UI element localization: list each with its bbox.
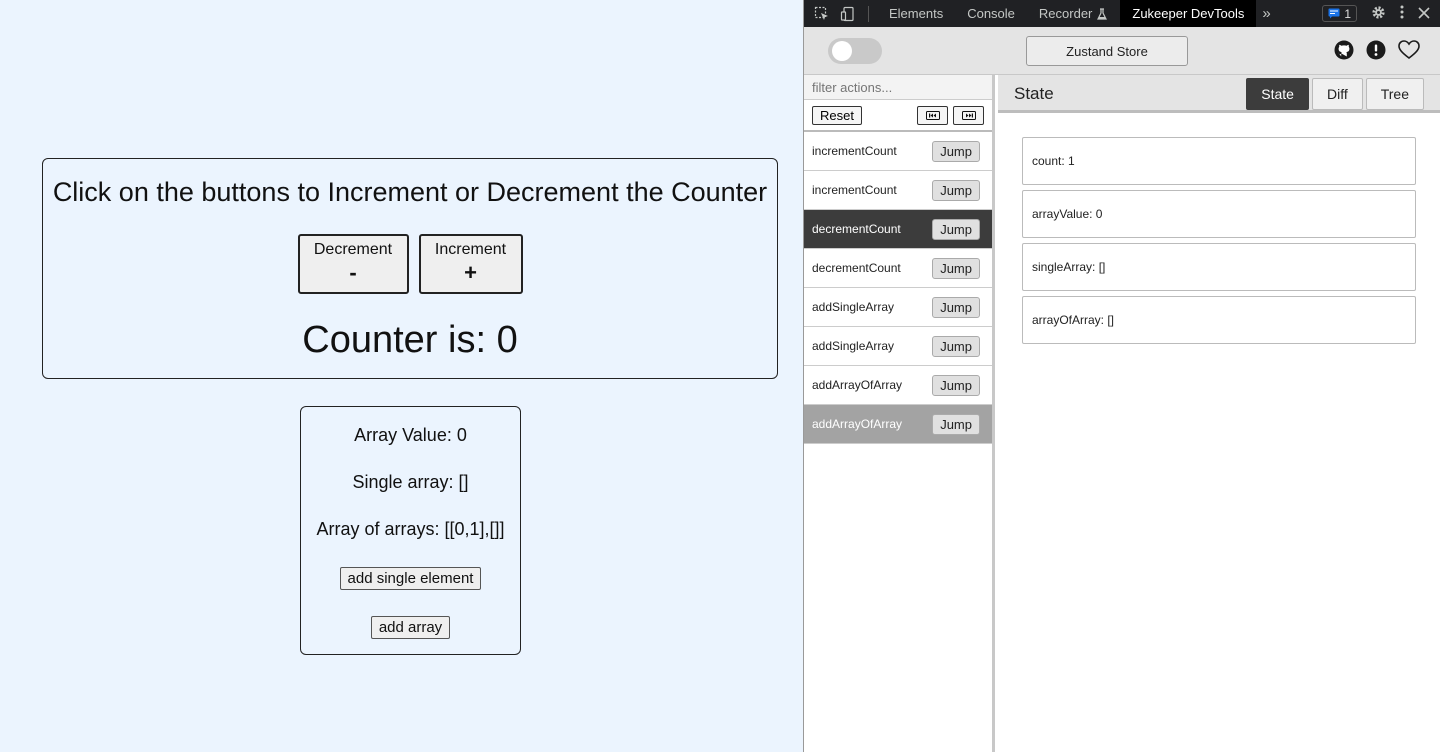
app-page: Click on the buttons to Increment or Dec… <box>0 0 803 752</box>
tab-recorder-label: Recorder <box>1038 6 1093 21</box>
jump-button[interactable]: Jump <box>932 257 980 279</box>
tab-separator <box>868 5 869 22</box>
decrement-button[interactable]: Decrement - <box>297 234 409 294</box>
flask-icon <box>1097 7 1108 20</box>
alert-icon[interactable] <box>1366 40 1386 60</box>
add-array-button[interactable]: add array <box>370 616 451 639</box>
minus-icon: - <box>349 260 357 285</box>
add-single-element-button[interactable]: add single element <box>339 567 482 590</box>
action-name: addSingleArray <box>812 339 895 353</box>
tab-diff[interactable]: Diff <box>1311 78 1363 110</box>
inspect-element-icon[interactable] <box>814 6 830 22</box>
action-item-selected[interactable]: decrementCount Jump <box>804 210 992 249</box>
view-tabs: State Diff Tree <box>1246 78 1424 110</box>
action-name: decrementCount <box>812 261 901 275</box>
counter-heading: Click on the buttons to Increment or Dec… <box>52 177 768 207</box>
github-icon[interactable] <box>1334 40 1354 60</box>
action-item[interactable]: incrementCount Jump <box>804 132 992 171</box>
action-name: incrementCount <box>812 183 897 197</box>
tab-recorder[interactable]: Recorder <box>1027 0 1120 27</box>
single-array-text: Single array: [] <box>352 472 469 492</box>
array-value-text: Array Value: 0 <box>354 425 467 445</box>
counter-buttons: Decrement - Increment + <box>43 234 777 294</box>
zukeeper-toolbar: Zustand Store <box>804 27 1440 75</box>
more-tabs-icon[interactable]: » <box>1256 0 1276 27</box>
tab-zukeeper-devtools[interactable]: Zukeeper DevTools <box>1120 0 1257 27</box>
heart-icon[interactable] <box>1398 40 1420 60</box>
increment-button[interactable]: Increment + <box>418 234 523 294</box>
state-item-array-value: arrayValue: 0 <box>1022 190 1416 238</box>
action-item[interactable]: addSingleArray Jump <box>804 327 992 366</box>
plus-icon: + <box>464 260 477 285</box>
action-name: addArrayOfArray <box>812 378 903 392</box>
tab-tree[interactable]: Tree <box>1365 78 1424 110</box>
action-controls: Reset <box>804 100 992 132</box>
device-toolbar-icon[interactable] <box>840 6 856 22</box>
actions-sidebar: Reset incrementCount Jump incrementCount… <box>804 75 995 752</box>
jump-button[interactable]: Jump <box>932 374 980 396</box>
action-item[interactable]: addArrayOfArray Jump <box>804 366 992 405</box>
jump-button[interactable]: Jump <box>932 179 980 201</box>
jump-button[interactable]: Jump <box>932 335 980 357</box>
action-name: incrementCount <box>812 144 897 158</box>
state-title: State <box>1014 84 1054 103</box>
filter-actions-input[interactable] <box>804 75 992 100</box>
action-name: addArrayOfArray <box>812 417 903 431</box>
more-options-icon[interactable] <box>1400 5 1404 22</box>
state-header: State State Diff Tree <box>998 75 1440 113</box>
decrement-label: Decrement <box>313 241 393 258</box>
state-list: count: 1 arrayValue: 0 singleArray: [] a… <box>998 113 1440 344</box>
dark-mode-toggle[interactable] <box>828 38 882 64</box>
action-item[interactable]: decrementCount Jump <box>804 249 992 288</box>
step-forward-button[interactable] <box>953 106 984 125</box>
tab-elements[interactable]: Elements <box>877 0 955 27</box>
history-nav <box>917 106 984 125</box>
jump-button[interactable]: Jump <box>932 296 980 318</box>
fast-forward-icon <box>961 111 976 120</box>
messages-count: 1 <box>1344 6 1351 21</box>
state-panel: State State Diff Tree count: 1 arrayValu… <box>998 75 1440 752</box>
array-of-arrays-text: Array of arrays: [[0,1],[]] <box>316 519 505 539</box>
counter-card: Click on the buttons to Increment or Dec… <box>42 158 778 379</box>
settings-gear-icon[interactable] <box>1371 5 1386 23</box>
array-card: Array Value: 0 Single array: [] Array of… <box>300 406 521 655</box>
jump-button[interactable]: Jump <box>932 413 980 435</box>
state-item-single-array: singleArray: [] <box>1022 243 1416 291</box>
devtools-right-controls: 1 <box>1322 0 1440 27</box>
step-back-button[interactable] <box>917 106 948 125</box>
counter-value: Counter is: 0 <box>302 319 518 361</box>
tab-console[interactable]: Console <box>955 0 1027 27</box>
action-item-current[interactable]: addArrayOfArray Jump <box>804 405 992 444</box>
jump-button[interactable]: Jump <box>932 218 980 240</box>
devtools-panel: Elements Console Recorder Zukeeper DevTo… <box>803 0 1440 752</box>
close-devtools-icon[interactable] <box>1418 6 1430 22</box>
action-item[interactable]: addSingleArray Jump <box>804 288 992 327</box>
action-name: decrementCount <box>812 222 901 236</box>
action-item[interactable]: incrementCount Jump <box>804 171 992 210</box>
devtools-tab-bar: Elements Console Recorder Zukeeper DevTo… <box>804 0 1440 27</box>
action-name: addSingleArray <box>812 300 895 314</box>
toggle-knob <box>832 41 852 61</box>
message-icon <box>1328 8 1340 19</box>
state-item-count: count: 1 <box>1022 137 1416 185</box>
jump-button[interactable]: Jump <box>932 140 980 162</box>
increment-label: Increment <box>434 241 507 258</box>
zustand-store-button[interactable]: Zustand Store <box>1026 36 1188 66</box>
reset-button[interactable]: Reset <box>812 105 862 125</box>
tab-state[interactable]: State <box>1246 78 1309 110</box>
rewind-icon <box>925 111 940 120</box>
state-item-array-of-array: arrayOfArray: [] <box>1022 296 1416 344</box>
messages-badge[interactable]: 1 <box>1322 5 1357 22</box>
toolbar-icons <box>1334 40 1420 60</box>
